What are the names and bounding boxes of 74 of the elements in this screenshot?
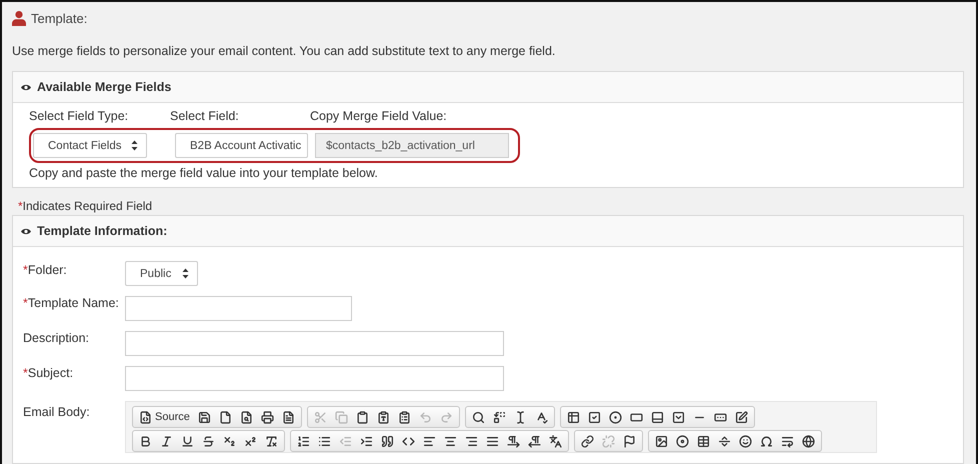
field-select[interactable]: B2B Account Activatic <box>175 133 308 158</box>
field-label: *Folder: <box>23 262 68 277</box>
hint-text: Copy and paste the merge field value into your template below. <box>29 166 379 180</box>
table-icon <box>697 434 710 448</box>
underline-icon <box>181 434 194 448</box>
smiley-icon <box>739 434 752 448</box>
select-icon <box>672 410 685 424</box>
spellcheck-icon <box>534 410 548 424</box>
horizontal-line-icon <box>718 434 731 448</box>
copy-icon <box>334 410 348 424</box>
spinner-caret-icon <box>182 268 189 279</box>
merge-value-field[interactable]: $contacts_b2b_activation_url <box>315 133 509 158</box>
image-icon <box>655 434 668 448</box>
paste-icon <box>356 410 369 424</box>
column-label: Select Field: <box>170 109 240 123</box>
div-icon <box>402 434 415 448</box>
print-icon <box>260 410 274 424</box>
superscript-icon <box>244 434 257 448</box>
paste-word-icon <box>398 410 411 424</box>
text-input[interactable] <box>125 296 352 321</box>
source-icon <box>139 410 152 424</box>
text-field-icon <box>630 410 643 424</box>
text-input[interactable] <box>125 331 504 356</box>
align-right-icon <box>465 434 478 448</box>
cut-icon <box>314 410 327 424</box>
unlink-icon <box>602 434 615 448</box>
radio-icon <box>608 410 622 424</box>
column-label: Select Field Type: <box>29 109 130 123</box>
replace-icon <box>492 410 506 424</box>
field-label: Email Body: <box>23 404 91 419</box>
page-title: Template: <box>31 10 88 26</box>
eye-icon <box>21 228 31 234</box>
spinner-caret-icon <box>131 140 138 151</box>
templates-icon <box>282 410 295 424</box>
source-button[interactable]: Source <box>135 407 194 427</box>
subscript-icon <box>223 434 236 448</box>
panel-title: Template Information: <box>37 224 168 238</box>
outdent-icon <box>339 434 352 448</box>
required-note: *Indicates Required Field <box>18 199 154 213</box>
checkbox-icon <box>588 410 601 424</box>
redo-icon <box>440 410 453 424</box>
field-label: *Template Name: <box>23 296 120 310</box>
remove-format-icon <box>265 434 278 448</box>
column-label: Copy Merge Field Value: <box>310 109 448 123</box>
field-label: Description: <box>23 331 90 345</box>
strikethrough-icon <box>202 434 215 448</box>
paste-text-icon <box>376 410 390 424</box>
save-icon <box>198 410 211 424</box>
rtl-icon <box>528 434 541 448</box>
panel-title: Available Merge Fields <box>37 80 172 94</box>
bold-icon <box>139 434 152 448</box>
eye-icon <box>21 84 31 90</box>
numbered-list-icon <box>297 434 310 448</box>
field-label: *Subject: <box>23 366 74 380</box>
intro-text: Use merge fields to personalize your email content. You can add substitute text to any merge field. <box>12 44 556 58</box>
indent-icon <box>360 434 373 448</box>
justify-icon <box>486 434 499 448</box>
link-icon <box>581 434 594 448</box>
folder-select[interactable]: Public <box>125 261 198 286</box>
bulleted-list-icon <box>318 434 331 448</box>
field-select[interactable]: Contact Fields <box>33 133 147 158</box>
align-center-icon <box>444 434 457 448</box>
align-left-icon <box>423 434 436 448</box>
special-character-icon <box>760 434 773 448</box>
preview-icon <box>240 410 253 424</box>
ltr-icon <box>507 434 520 448</box>
italic-icon <box>160 434 173 448</box>
language-icon <box>549 434 562 448</box>
text-input[interactable] <box>125 366 504 391</box>
new-page-icon <box>218 410 232 424</box>
quote-icon <box>381 434 394 448</box>
search-icon <box>472 410 485 424</box>
person-icon <box>12 10 26 26</box>
undo-icon <box>418 410 432 424</box>
